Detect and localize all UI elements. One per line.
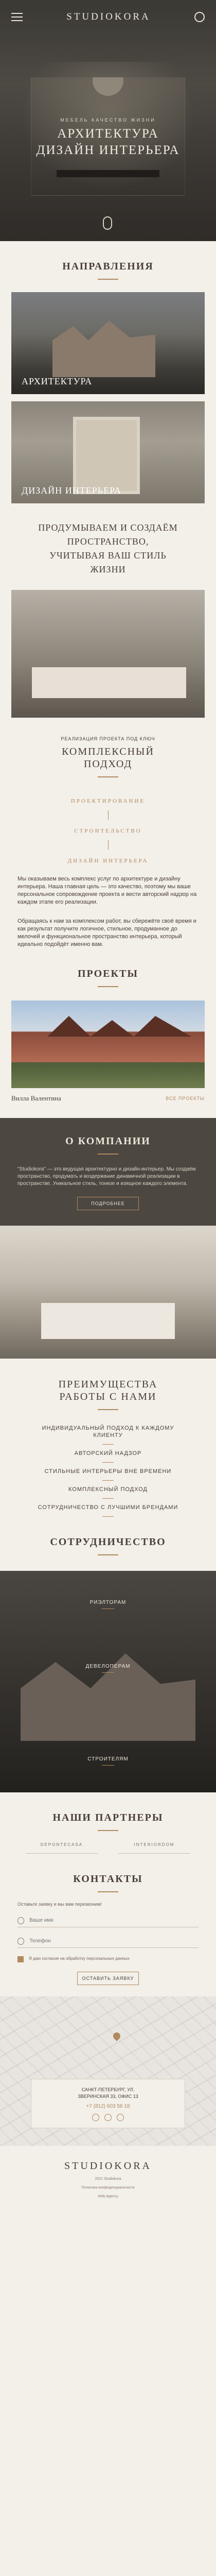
roof-shape: [47, 1016, 191, 1037]
hero-title-line1: АРХИТЕКТУРА: [57, 127, 159, 141]
hero-title-line2: ДИЗАЙН ИНТЕРЬЕРА: [36, 143, 180, 157]
interior-photo: [11, 590, 205, 718]
footer-logo[interactable]: STUDIOKORA: [0, 2160, 216, 2172]
hero-section: STUDIOKORA МЕБЕЛЬ КАЧЕСТВО ЖИЗНИ АРХИТЕК…: [0, 0, 216, 241]
user-icon: [17, 1917, 25, 1924]
step-item: СТРОИТЕЛЬСТВО: [0, 820, 216, 850]
cooperation-section: РИЭЛТОРАМ ДЕВЕЛОПЕРАМ СТРОИТЕЛЯМ: [0, 1571, 216, 1792]
social-icon[interactable]: [117, 2114, 124, 2121]
step-item: ДИЗАЙН ИНТЕРЬЕРА: [67, 858, 149, 864]
direction-interior-card[interactable]: ДИЗАЙН ИНТЕРЬЕРА: [11, 401, 205, 503]
divider: [98, 1554, 118, 1555]
furniture-shape: [32, 667, 186, 698]
hero-table-shape: [57, 170, 159, 177]
privacy-link[interactable]: Политика конфиденциальности: [0, 2186, 216, 2190]
top-bar: STUDIOKORA: [0, 0, 216, 34]
complex-kicker: РЕАЛИЗАЦИЯ ПРОЕКТА ПОД КЛЮЧ: [61, 736, 155, 741]
logo[interactable]: STUDIOKORA: [66, 11, 151, 23]
tagline-line: ПРОСТРАНСТВО,: [67, 536, 149, 547]
advantages-title-line: ПРЕИМУЩЕСТВА: [58, 1379, 158, 1390]
divider: [98, 279, 118, 280]
step-item: ПРОЕКТИРОВАНИЕ: [0, 790, 216, 820]
bedroom-photo: [0, 1226, 216, 1359]
consent-label: Я даю согласие на обработку персональных…: [29, 1956, 130, 1961]
socials: [31, 2114, 185, 2121]
divider: [98, 776, 118, 777]
divider: [98, 1409, 118, 1410]
complex-title-line: КОМПЛЕКСНЫЙ: [62, 746, 154, 757]
cooperation-title: СОТРУДНИЧЕСТВО: [50, 1536, 166, 1548]
name-input[interactable]: [29, 1918, 199, 1923]
partners-row: DEPONTECASA INTERIORDOM: [0, 1831, 216, 1854]
tagline: ПРОДУМЫВАЕМ И СОЗДАЁМ ПРОСТРАНСТВО, УЧИТ…: [0, 503, 216, 577]
phone-icon: [17, 1937, 25, 1945]
complex-paragraph: Обращаясь к нам за комплексом работ, вы …: [17, 918, 196, 947]
tagline-line: ПРОДУМЫВАЕМ И СОЗДАЁМ: [38, 522, 178, 533]
consent-row: Я даю согласие на обработку персональных…: [17, 1956, 199, 1962]
role-realtors[interactable]: РИЭЛТОРАМ: [0, 1600, 216, 1609]
interior-frame-image: [73, 417, 140, 494]
address-card: САНКТ-ПЕТЕРБУРГ, УЛ. ЗВЕРИНСКАЯ 33, ОФИС…: [31, 2079, 185, 2128]
phone-icon[interactable]: [194, 12, 205, 22]
role-developers[interactable]: ДЕВЕЛОПЕРАМ: [0, 1664, 216, 1673]
agency-credit: Web Agency: [98, 2195, 118, 2198]
partner-logo[interactable]: DEPONTECASA: [26, 1842, 98, 1854]
all-projects-link[interactable]: ВСЕ ПРОЕКТЫ: [166, 1096, 205, 1101]
direction-label: ДИЗАЙН ИНТЕРЬЕРА: [22, 485, 121, 496]
contacts-intro: Оставьте заявку и мы вам перезвоним!: [17, 1902, 102, 1907]
partner-logo[interactable]: INTERIORDOM: [118, 1842, 190, 1854]
advantages-list: ИНДИВИДУАЛЬНЫЙ ПОДХОД К КАЖДОМУ КЛИЕНТУ …: [0, 1419, 216, 1517]
divider: [98, 1891, 118, 1892]
complex-title: КОМПЛЕКСНЫЙ ПОДХОД: [0, 745, 216, 770]
complex-title-line: ПОДХОД: [83, 758, 133, 770]
advantage-item: АВТОРСКИЙ НАДЗОР: [0, 1445, 216, 1463]
direction-label: АРХИТЕКТУРА: [22, 376, 93, 386]
advantages-title-line: РАБОТЫ С НАМИ: [59, 1391, 157, 1402]
house-image: [52, 320, 155, 377]
footer: STUDIOKORA 2021 Studiokora Политика конф…: [0, 2146, 216, 2214]
map-pin-icon[interactable]: [112, 2031, 122, 2041]
scroll-down-icon[interactable]: [103, 216, 112, 230]
social-icon[interactable]: [92, 2114, 99, 2121]
address-line: САНКТ-ПЕТЕРБУРГ, УЛ.: [81, 2087, 135, 2092]
hero-text: МЕБЕЛЬ КАЧЕСТВО ЖИЗНИ АРХИТЕКТУРА ДИЗАЙН…: [0, 117, 216, 158]
role-builders[interactable]: СТРОИТЕЛЯМ: [0, 1756, 216, 1766]
tagline-line: ЖИЗНИ: [90, 564, 126, 574]
name-field: [17, 1914, 199, 1927]
about-section: О КОМПАНИИ "Studiokora" — это ведущая ар…: [0, 1118, 216, 1226]
map[interactable]: САНКТ-ПЕТЕРБУРГ, УЛ. ЗВЕРИНСКАЯ 33, ОФИС…: [0, 1996, 216, 2146]
advantage-item: СТИЛЬНЫЕ ИНТЕРЬЕРЫ ВНЕ ВРЕМЕНИ: [0, 1463, 216, 1481]
phone-field: [17, 1935, 199, 1948]
projects-title: ПРОЕКТЫ: [77, 968, 139, 979]
direction-architecture-card[interactable]: АРХИТЕКТУРА: [11, 292, 205, 394]
social-icon[interactable]: [104, 2114, 112, 2121]
about-more-button[interactable]: ПОДРОБНЕЕ: [77, 1197, 139, 1210]
menu-icon[interactable]: [11, 13, 23, 21]
complex-paragraph: Мы оказываем весь комплекс услуг по архи…: [17, 876, 197, 905]
divider: [98, 986, 118, 987]
advantages-title: ПРЕИМУЩЕСТВА РАБОТЫ С НАМИ: [0, 1363, 216, 1403]
submit-request-button[interactable]: ОСТАВИТЬ ЗАЯВКУ: [77, 1972, 139, 1985]
hero-subtitle: МЕБЕЛЬ КАЧЕСТВО ЖИЗНИ: [60, 117, 156, 123]
advantage-item: СОТРУДНИЧЕСТВО С ЛУЧШИМИ БРЕНДАМИ: [0, 1499, 216, 1517]
advantage-item: ИНДИВИДУАЛЬНЫЙ ПОДХОД К КАЖДОМУ КЛИЕНТУ: [0, 1419, 216, 1445]
footer-copyright: 2021 Studiokora: [95, 2177, 121, 2181]
tagline-line: УЧИТЫВАЯ ВАШ СТИЛЬ: [49, 550, 167, 561]
project-caption-row: Вилла Валентина ВСЕ ПРОЕКТЫ: [11, 1094, 205, 1103]
contacts-title: КОНТАКТЫ: [73, 1873, 143, 1885]
address-line: ЗВЕРИНСКАЯ 33, ОФИС 13: [78, 2094, 138, 2099]
partners-title: НАШИ ПАРТНЕРЫ: [52, 1812, 164, 1823]
consent-checkbox[interactable]: [17, 1956, 24, 1962]
contact-phone[interactable]: +7 (812) 603 58 18: [31, 2103, 185, 2110]
project-name: Вилла Валентина: [11, 1094, 61, 1102]
advantage-item: КОМПЛЕКСНЫЙ ПОДХОД: [0, 1481, 216, 1499]
directions-title: НАПРАВЛЕНИЯ: [62, 261, 154, 272]
phone-input[interactable]: [29, 1938, 199, 1944]
divider: [98, 1154, 118, 1155]
bed-shape: [41, 1303, 175, 1339]
about-title: О КОМПАНИИ: [65, 1136, 151, 1147]
project-image[interactable]: [11, 1001, 205, 1088]
steps-list: ПРОЕКТИРОВАНИЕ СТРОИТЕЛЬСТВО ДИЗАЙН ИНТЕ…: [0, 790, 216, 864]
about-text: "Studiokora" — это ведущая архитектурно …: [17, 1166, 196, 1187]
